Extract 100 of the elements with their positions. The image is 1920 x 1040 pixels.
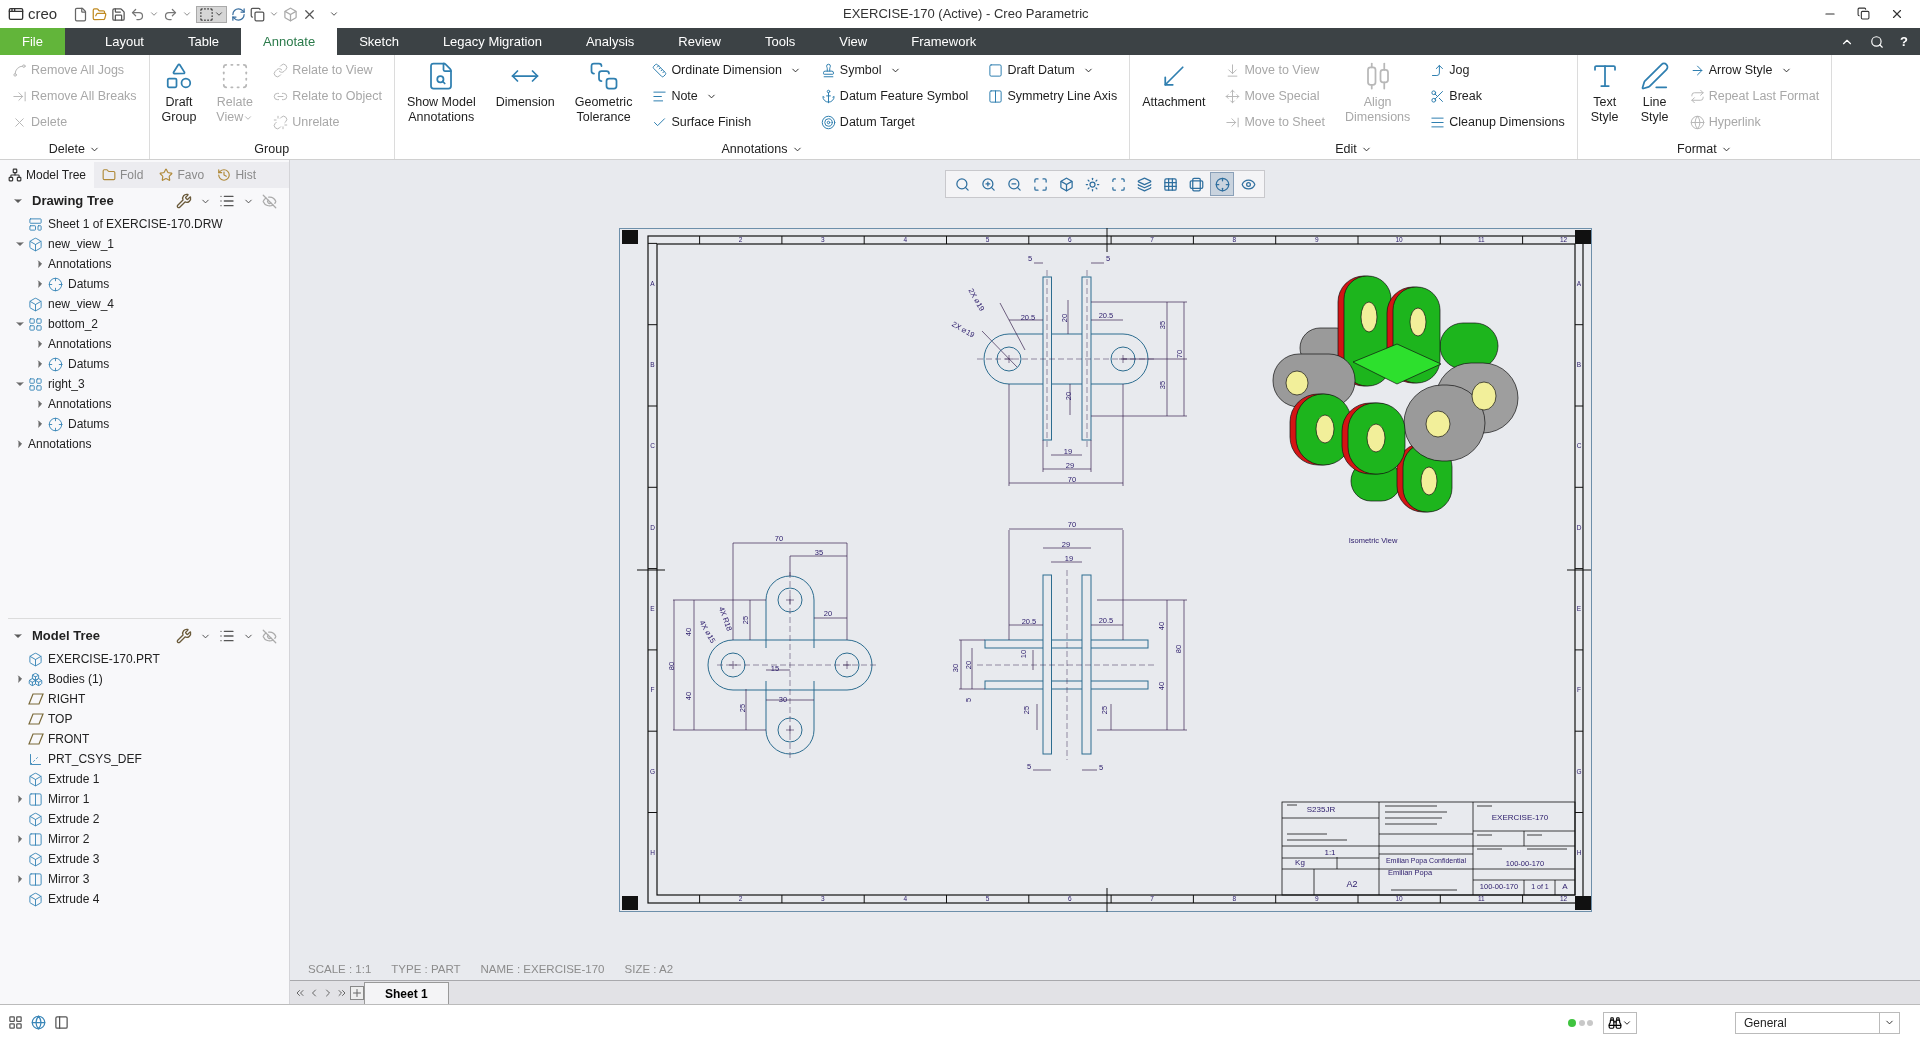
- undo-icon[interactable]: [130, 6, 146, 22]
- ribbon-button[interactable]: Surface Finish: [648, 109, 805, 135]
- tree-item[interactable]: Extrude 3: [48, 850, 100, 868]
- select-box-button[interactable]: [196, 5, 228, 23]
- ribbon-button[interactable]: Break: [1426, 83, 1569, 109]
- tree-item[interactable]: PRT_CSYS_DEF: [48, 750, 142, 768]
- ribbon-button[interactable]: Dimension: [491, 57, 559, 110]
- filter-dropdown[interactable]: General: [1735, 1011, 1900, 1034]
- ribbon-button[interactable]: Draft Datum: [984, 57, 1122, 83]
- grid-icon: [1162, 176, 1178, 192]
- group-menu-button[interactable]: Delete: [48, 139, 100, 159]
- ribbon-button[interactable]: Draft Group: [157, 57, 201, 125]
- tree-item[interactable]: Annotations: [48, 335, 112, 353]
- list-icon[interactable]: [219, 628, 235, 644]
- scissors-icon: [1430, 88, 1446, 104]
- tree-item[interactable]: new_view_4: [48, 295, 115, 313]
- ribbon-button[interactable]: Datum Target: [816, 109, 973, 135]
- view-tool-button[interactable]: [1210, 172, 1234, 196]
- menu-tab[interactable]: Framework: [889, 28, 999, 55]
- tree-item[interactable]: Annotations: [48, 395, 112, 413]
- tree-item[interactable]: Mirror 2: [48, 830, 90, 848]
- tree-item[interactable]: bottom_2: [48, 315, 99, 333]
- tree-item[interactable]: Bodies (1): [48, 670, 103, 688]
- globe-icon[interactable]: [31, 1015, 46, 1030]
- windows-icon[interactable]: [250, 6, 266, 22]
- ribbon-button[interactable]: Arrow Style: [1685, 57, 1824, 83]
- tree-item[interactable]: Extrude 1: [48, 770, 100, 788]
- box-icon: [28, 296, 43, 312]
- tree-item[interactable]: Mirror 1: [48, 790, 90, 808]
- mirror-icon: [28, 791, 43, 807]
- ribbon-button[interactable]: Attachment: [1138, 57, 1210, 110]
- drawing-info-text: SIZE : A2: [624, 961, 674, 977]
- caret-icon: [214, 9, 225, 19]
- panel-tab[interactable]: Model Tree: [0, 162, 95, 188]
- add-sheet-button[interactable]: [350, 986, 364, 1000]
- tree-item[interactable]: Annotations: [28, 435, 92, 453]
- search-icon[interactable]: [1870, 34, 1885, 49]
- drawing-info-text: TYPE : PART: [391, 961, 461, 977]
- box-icon: [28, 891, 43, 907]
- find-button[interactable]: [1603, 1011, 1637, 1034]
- ribbon-button[interactable]: Symmetry Line Axis: [984, 83, 1122, 109]
- wrench-icon[interactable]: [176, 193, 192, 209]
- menu-tab[interactable]: View: [817, 28, 890, 55]
- restore-icon[interactable]: [1857, 7, 1870, 20]
- tree-item[interactable]: Datums: [68, 355, 110, 373]
- plus-icon: [351, 987, 363, 999]
- redo-icon[interactable]: [163, 6, 179, 22]
- arrow-icon: [1689, 62, 1705, 78]
- menu-tab[interactable]: Tools: [742, 28, 818, 55]
- tree-item[interactable]: FRONT: [48, 730, 90, 748]
- tree-item[interactable]: Datums: [68, 275, 110, 293]
- ribbon-button[interactable]: Jog: [1426, 57, 1569, 83]
- tree-item[interactable]: TOP: [48, 710, 73, 728]
- new-file-icon[interactable]: [73, 6, 89, 22]
- group-menu-button[interactable]: Format: [1677, 139, 1732, 159]
- tree-item[interactable]: Datums: [68, 415, 110, 433]
- tree-item[interactable]: right_3: [48, 375, 85, 393]
- ribbon-button[interactable]: Datum Feature Symbol: [816, 83, 973, 109]
- last-sheet-icon[interactable]: [336, 987, 348, 999]
- app-name: creo: [28, 3, 58, 24]
- wrench-icon[interactable]: [176, 628, 192, 644]
- group-menu-button[interactable]: Group: [254, 139, 290, 159]
- drawing-title: EXERCISE-170: [1491, 813, 1548, 823]
- ribbon-button[interactable]: Cleanup Dimensions: [1426, 109, 1569, 135]
- help-button[interactable]: ?: [1900, 31, 1908, 52]
- dashed-square-icon: [199, 6, 215, 22]
- menu-tab[interactable]: Legacy Migration: [420, 28, 564, 55]
- sheet-tab[interactable]: Sheet 1: [364, 982, 449, 1004]
- tree-item[interactable]: EXERCISE-170.PRT: [48, 650, 160, 668]
- menu-tab[interactable]: Table: [166, 28, 242, 55]
- ribbon-button[interactable]: Line Style: [1635, 57, 1674, 125]
- close-icon[interactable]: [1890, 7, 1904, 21]
- tree-item[interactable]: Mirror 3: [48, 870, 90, 888]
- menu-tab[interactable]: Annotate: [241, 28, 338, 55]
- grid-icon[interactable]: [8, 1015, 23, 1030]
- group-menu-button[interactable]: Annotations: [721, 139, 803, 159]
- menu-tab[interactable]: Analysis: [563, 28, 657, 55]
- save-icon[interactable]: [111, 6, 127, 22]
- menu-tab[interactable]: Review: [656, 28, 743, 55]
- ribbon-button[interactable]: Show Model Annotations: [402, 57, 480, 125]
- ribbon-button[interactable]: Note: [648, 83, 805, 109]
- first-sheet-icon[interactable]: [294, 987, 306, 999]
- ribbon-button[interactable]: Geometric Tolerance: [570, 57, 637, 125]
- tree-item[interactable]: Extrude 2: [48, 810, 100, 828]
- tree-item[interactable]: RIGHT: [48, 690, 86, 708]
- menu-tab[interactable]: Sketch: [337, 28, 421, 55]
- ribbon-button[interactable]: Text Style: [1585, 57, 1624, 125]
- tree-item[interactable]: Extrude 4: [48, 890, 100, 908]
- group-menu-button[interactable]: Edit: [1335, 139, 1372, 159]
- ribbon-button[interactable]: Symbol: [816, 57, 973, 83]
- regenerate-icon[interactable]: [231, 6, 247, 22]
- tree-item[interactable]: Sheet 1 of EXERCISE-170.DRW: [48, 215, 223, 233]
- tree-item[interactable]: new_view_1: [48, 235, 115, 253]
- panel-icon[interactable]: [54, 1015, 69, 1030]
- list-icon[interactable]: [219, 193, 235, 209]
- menu-tab[interactable]: Layout: [82, 28, 166, 55]
- caret-icon[interactable]: [329, 9, 340, 19]
- ribbon-button[interactable]: Ordinate Dimension: [648, 57, 805, 83]
- tree-item[interactable]: Annotations: [48, 255, 112, 273]
- datum-icon: [1214, 176, 1230, 192]
